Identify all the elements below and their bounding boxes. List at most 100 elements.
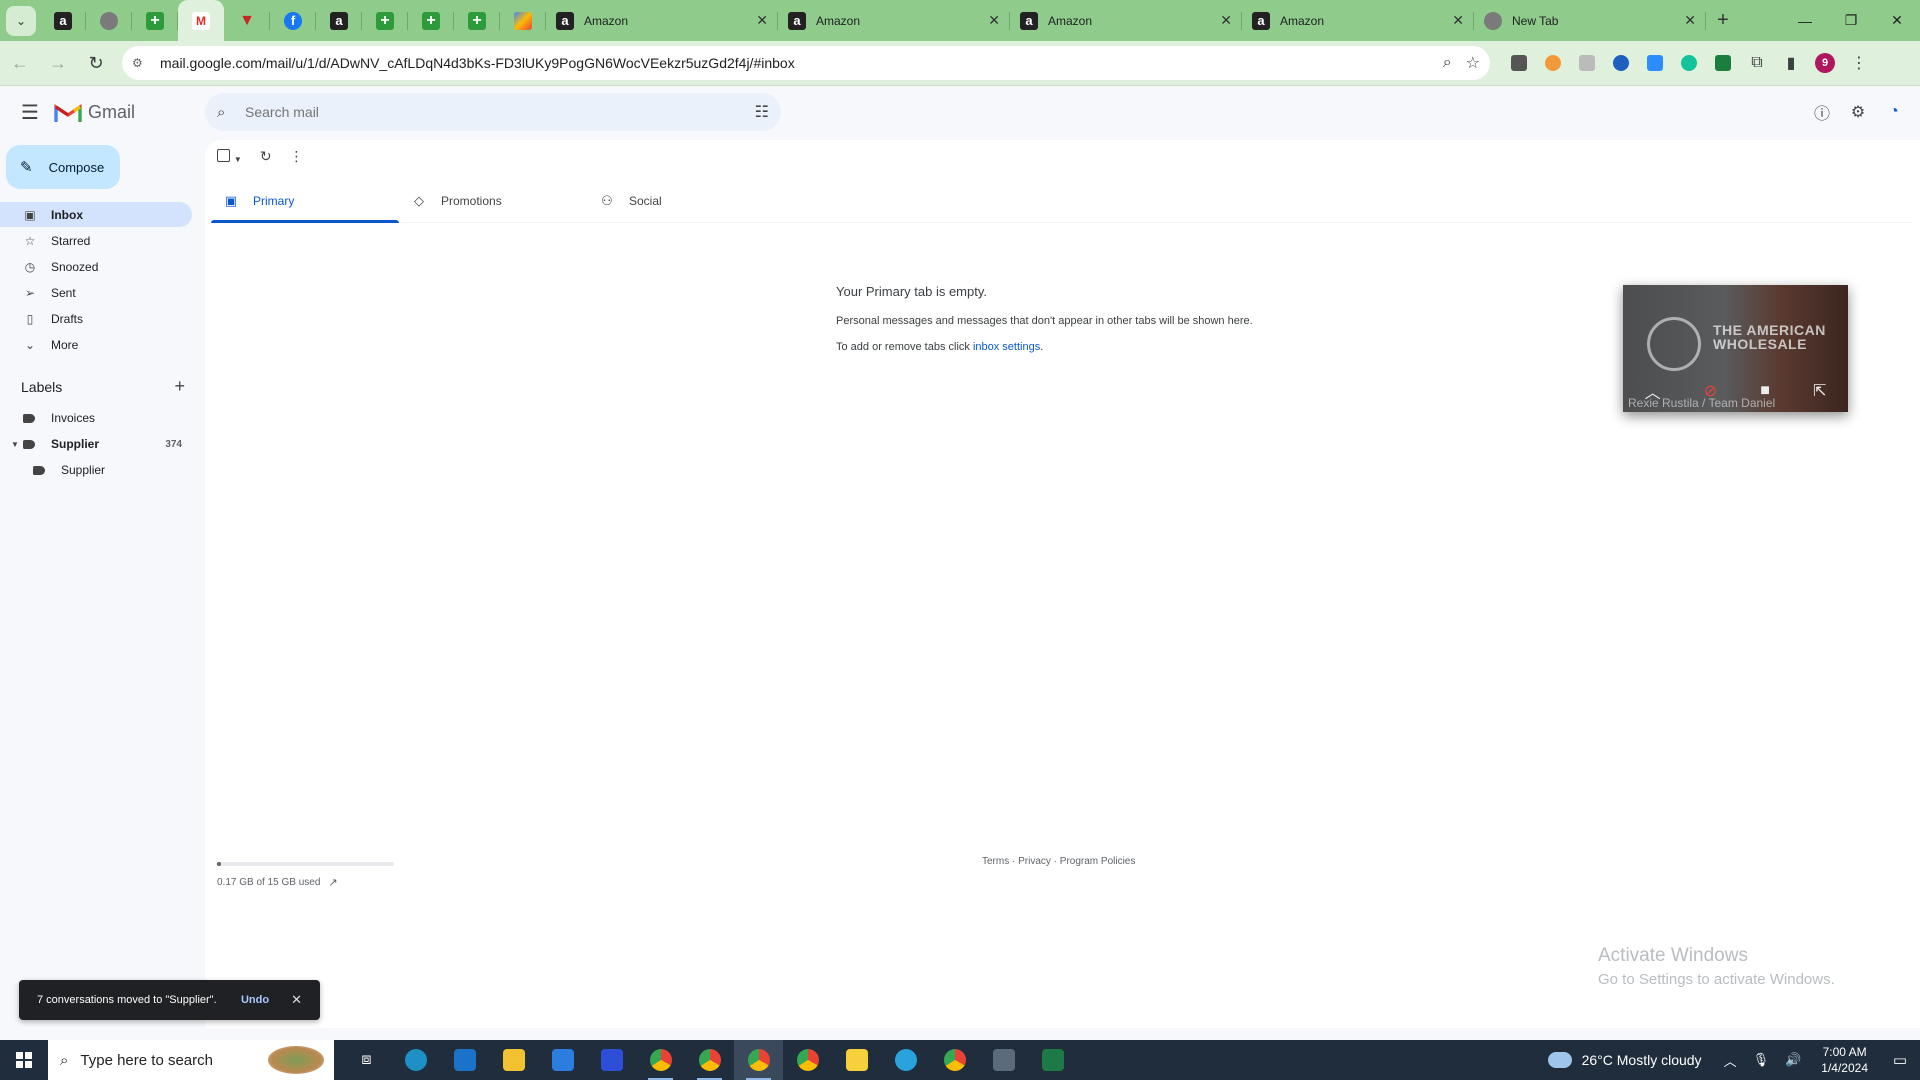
- close-icon[interactable]: ✕: [1684, 12, 1696, 29]
- external-link-icon[interactable]: ↗: [328, 876, 337, 889]
- taskbar-app-chrome-4[interactable]: [783, 1040, 832, 1080]
- reload-button[interactable]: ↻: [78, 45, 114, 81]
- pinned-tab-sheet-4[interactable]: +: [454, 0, 500, 41]
- browser-tab[interactable]: a Amazon ✕: [1010, 0, 1242, 41]
- site-info-icon[interactable]: ⚙: [132, 56, 154, 70]
- pop-out-icon[interactable]: ⇱: [1813, 381, 1826, 401]
- taskbar-app-store[interactable]: [538, 1040, 587, 1080]
- pinned-tab-amazon[interactable]: a: [40, 0, 86, 41]
- taskbar-app-zoom[interactable]: [587, 1040, 636, 1080]
- extension-button[interactable]: [1709, 49, 1737, 77]
- taskbar-app-chrome-1[interactable]: [636, 1040, 685, 1080]
- close-icon[interactable]: ✕: [988, 12, 1000, 29]
- tab-primary[interactable]: ▣ Primary: [211, 180, 399, 223]
- taskbar-app-calculator[interactable]: [979, 1040, 1028, 1080]
- pinned-tab-generic[interactable]: [86, 0, 132, 41]
- pinned-tab-sheet[interactable]: +: [132, 0, 178, 41]
- pinned-tab-multi[interactable]: [500, 0, 546, 41]
- pinned-tab-gmail[interactable]: M: [178, 0, 224, 41]
- footer-links[interactable]: Terms · Privacy · Program Policies: [982, 856, 1135, 867]
- new-tab-button[interactable]: +: [1706, 0, 1740, 41]
- extension-button[interactable]: [1505, 49, 1533, 77]
- weather-widget[interactable]: 26°C Mostly cloudy: [1547, 1052, 1702, 1068]
- taskbar-app-explorer[interactable]: [489, 1040, 538, 1080]
- pinned-tab-amazon-2[interactable]: a: [316, 0, 362, 41]
- add-label-icon[interactable]: +: [174, 376, 185, 397]
- browser-tab[interactable]: a Amazon ✕: [546, 0, 778, 41]
- address-bar[interactable]: ⚙ mail.google.com/mail/u/1/d/ADwNV_cAfLD…: [122, 46, 1490, 80]
- taskbar-app-edge[interactable]: [391, 1040, 440, 1080]
- minimize-icon[interactable]: —: [1782, 0, 1828, 41]
- search-input[interactable]: [245, 104, 755, 120]
- sidebar-item-more[interactable]: ⌄ More: [0, 332, 192, 357]
- tab-search-button[interactable]: ⌄: [6, 6, 36, 36]
- search-bar[interactable]: ⌕ ☷: [205, 93, 781, 131]
- notifications-button[interactable]: ▭: [1880, 1051, 1920, 1069]
- taskbar-app-chrome-3[interactable]: [734, 1040, 783, 1080]
- tab-promotions[interactable]: ◇ Promotions: [399, 180, 587, 222]
- label-item-supplier-sub[interactable]: Supplier: [0, 457, 192, 483]
- extension-button[interactable]: [1573, 49, 1601, 77]
- extension-button[interactable]: [1539, 49, 1567, 77]
- bookmark-star-icon[interactable]: ☆: [1466, 53, 1480, 73]
- start-button[interactable]: [0, 1040, 48, 1080]
- refresh-icon[interactable]: ↻: [260, 148, 272, 165]
- gmail-logo[interactable]: Gmail: [54, 102, 135, 123]
- taskbar-app-excel[interactable]: [1028, 1040, 1077, 1080]
- inbox-settings-link[interactable]: inbox settings: [973, 341, 1040, 353]
- zoom-icon[interactable]: ⌕: [1443, 54, 1452, 72]
- sidebar-item-inbox[interactable]: ▣ Inbox: [0, 202, 192, 227]
- url-text[interactable]: mail.google.com/mail/u/1/d/ADwNV_cAfLDqN…: [160, 55, 1429, 71]
- close-icon[interactable]: ✕: [756, 12, 768, 29]
- back-button[interactable]: ←: [2, 45, 38, 81]
- undo-button[interactable]: Undo: [241, 994, 269, 1006]
- pinned-tab-red[interactable]: ▼: [224, 0, 270, 41]
- speaker-icon[interactable]: 🔊: [1785, 1052, 1801, 1068]
- label-item-supplier[interactable]: ▼ Supplier 374: [0, 431, 192, 457]
- extensions-menu-button[interactable]: ⧉: [1743, 49, 1771, 77]
- microphone-icon[interactable]: 🎙: [1753, 1052, 1770, 1068]
- sidebar-item-starred[interactable]: ☆ Starred: [0, 228, 192, 253]
- taskbar-app-sticky-notes[interactable]: [832, 1040, 881, 1080]
- close-icon[interactable]: ✕: [1452, 12, 1464, 29]
- caret-down-icon[interactable]: ▼: [234, 155, 242, 164]
- restore-icon[interactable]: ❐: [1828, 0, 1874, 41]
- sidebar-item-snoozed[interactable]: ◷ Snoozed: [0, 254, 192, 279]
- browser-tab[interactable]: a Amazon ✕: [778, 0, 1010, 41]
- search-options-icon[interactable]: ☷: [755, 102, 769, 122]
- forward-button[interactable]: →: [40, 45, 76, 81]
- caret-down-icon[interactable]: ▼: [11, 440, 19, 449]
- compose-button[interactable]: ✎ Compose: [6, 145, 120, 189]
- help-icon[interactable]: ⓘ: [1804, 98, 1840, 126]
- extension-button[interactable]: [1641, 49, 1669, 77]
- more-vert-icon[interactable]: ⋮: [290, 148, 304, 165]
- extension-button[interactable]: [1675, 49, 1703, 77]
- browser-tab[interactable]: a Amazon ✕: [1242, 0, 1474, 41]
- taskbar-app-telegram[interactable]: [881, 1040, 930, 1080]
- tab-social[interactable]: ⚇ Social: [587, 180, 775, 222]
- sidebar-item-sent[interactable]: ➢ Sent: [0, 280, 192, 305]
- extension-button[interactable]: [1607, 49, 1635, 77]
- taskbar-app-mail[interactable]: [440, 1040, 489, 1080]
- close-icon[interactable]: ✕: [1220, 12, 1232, 29]
- sidebar-item-drafts[interactable]: ▯ Drafts: [0, 306, 192, 331]
- main-menu-button[interactable]: ☰: [6, 100, 54, 125]
- side-panel-button[interactable]: ▮: [1777, 49, 1805, 77]
- browser-menu-button[interactable]: ⋮: [1845, 49, 1873, 77]
- task-view-button[interactable]: ⧈: [342, 1040, 391, 1080]
- close-icon[interactable]: ✕: [291, 992, 302, 1008]
- close-window-icon[interactable]: ✕: [1874, 0, 1920, 41]
- label-item-invoices[interactable]: Invoices: [0, 405, 192, 431]
- profile-button[interactable]: 9: [1811, 49, 1839, 77]
- video-pip-window[interactable]: THE AMERICAN WHOLESALE ︿ ⊘ ■ ⇱ Rexie Rus…: [1623, 285, 1848, 412]
- gemini-icon[interactable]: ◔: [1876, 98, 1912, 126]
- taskbar-app-chrome-5[interactable]: [930, 1040, 979, 1080]
- pinned-tab-facebook[interactable]: f: [270, 0, 316, 41]
- taskbar-search[interactable]: ⌕ Type here to search: [48, 1040, 334, 1080]
- select-all-checkbox[interactable]: ▼: [217, 148, 242, 165]
- pinned-tab-sheet-2[interactable]: +: [362, 0, 408, 41]
- search-icon[interactable]: ⌕: [217, 104, 239, 121]
- clock[interactable]: 7:00 AM 1/4/2024: [1821, 1044, 1868, 1076]
- pinned-tab-sheet-3[interactable]: +: [408, 0, 454, 41]
- chevron-up-icon[interactable]: ︿: [1724, 1051, 1737, 1070]
